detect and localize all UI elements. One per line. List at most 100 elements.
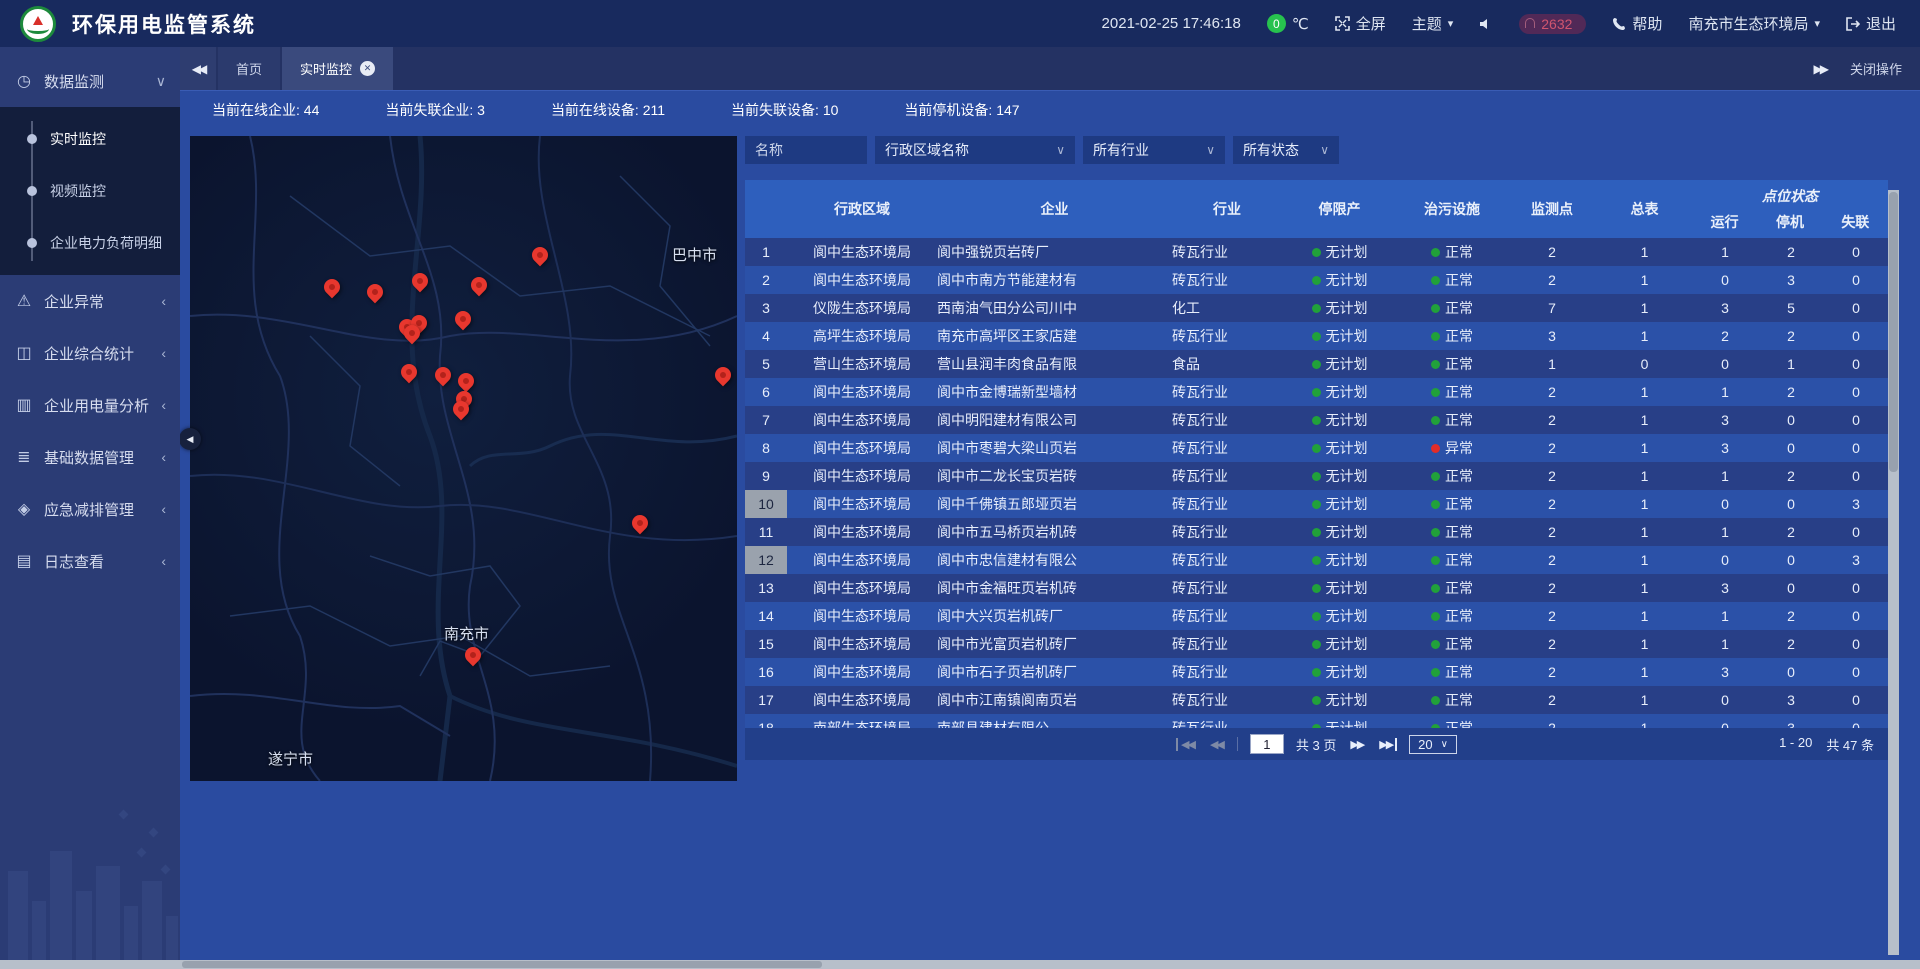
fullscreen-button[interactable]: 全屏 <box>1335 13 1386 34</box>
cell-industry: 砖瓦行业 <box>1172 630 1282 658</box>
cell-stop: 3 <box>1758 686 1824 714</box>
status-dot <box>1431 472 1440 481</box>
cell-monitor: 2 <box>1507 406 1597 434</box>
table-row[interactable]: 3 仪陇生态环境局 西南油气田分公司川中 化工 无计划 正常 7 1 3 <box>745 294 1888 322</box>
notification-badge[interactable]: 2632 <box>1519 14 1586 34</box>
table-row[interactable]: 9 阆中生态环境局 阆中市二龙长宝页岩砖 砖瓦行业 无计划 正常 2 1 1 <box>745 462 1888 490</box>
status-filter-select[interactable]: 所有状态 ∨ <box>1233 136 1339 164</box>
table-row[interactable]: 14 阆中生态环境局 阆中大兴页岩机砖厂 砖瓦行业 无计划 正常 2 1 1 <box>745 602 1888 630</box>
cell-industry: 砖瓦行业 <box>1172 238 1282 266</box>
sidebar-item[interactable]: ⚠ 企业异常 ‹ <box>0 275 180 327</box>
chevron-left-icon: ‹ <box>161 553 166 569</box>
cell-monitor: 2 <box>1507 378 1597 406</box>
table-row[interactable]: 15 阆中生态环境局 阆中市光富页岩机砖厂 砖瓦行业 无计划 正常 2 1 1 <box>745 630 1888 658</box>
cell-stop: 2 <box>1758 462 1824 490</box>
table-row[interactable]: 13 阆中生态环境局 阆中市金福旺页岩机砖 砖瓦行业 无计划 正常 2 1 3 <box>745 574 1888 602</box>
col-point-status: 点位状态 <box>1692 180 1888 206</box>
cell-facility-label: 正常 <box>1445 550 1473 570</box>
table-row[interactable]: 11 阆中生态环境局 阆中市五马桥页岩机砖 砖瓦行业 无计划 正常 2 1 1 <box>745 518 1888 546</box>
total-pages-label: 共 3 页 <box>1296 735 1336 754</box>
chevron-double-right-icon[interactable]: ▶▶ <box>1814 62 1826 76</box>
tab-bar: ◀◀ 首页 实时监控 ✕ ▶▶ 关闭操作 <box>180 47 1920 90</box>
sidebar-subitem-label: 视频监控 <box>50 181 106 201</box>
last-page-button[interactable]: ▶▶ <box>1377 738 1397 751</box>
table-row[interactable]: 5 营山生态环境局 营山县润丰肉食品有限 食品 无计划 正常 1 0 0 <box>745 350 1888 378</box>
org-menu[interactable]: 南充市生态环境局▾ <box>1688 13 1820 34</box>
table-row[interactable]: 10 阆中生态环境局 阆中千佛镇五郎垭页岩 砖瓦行业 无计划 正常 2 1 0 <box>745 490 1888 518</box>
sidebar-group-label: 企业综合统计 <box>44 343 134 364</box>
bell-icon <box>1525 18 1535 28</box>
map-city-label: 遂宁市 <box>268 748 313 769</box>
next-page-button[interactable]: ▶▶ <box>1348 738 1365 751</box>
table-row[interactable]: 6 阆中生态环境局 阆中市金博瑞新型墙材 砖瓦行业 无计划 正常 2 1 1 <box>745 378 1888 406</box>
help-button[interactable]: 帮助 <box>1612 13 1662 34</box>
table-row[interactable]: 2 阆中生态环境局 阆中市南方节能建材有 砖瓦行业 无计划 正常 2 1 0 <box>745 266 1888 294</box>
cell-monitor: 2 <box>1507 462 1597 490</box>
prev-page-button[interactable]: ◀◀ <box>1208 738 1225 751</box>
status-dot-green <box>1312 276 1321 285</box>
sidebar-collapse-handle[interactable]: ◀ <box>179 428 201 450</box>
logout-button[interactable]: 退出 <box>1846 13 1896 34</box>
cell-region: 南部生态环境局 <box>787 714 937 728</box>
cell-index: 16 <box>745 658 787 686</box>
cell-index: 14 <box>745 602 787 630</box>
page-size-select[interactable]: 20 ∨ <box>1409 735 1457 754</box>
sidebar-subitem[interactable]: 视频监控 <box>0 165 180 217</box>
vertical-scrollbar[interactable] <box>1888 190 1899 955</box>
tabs-scroll-left-button[interactable]: ◀◀ <box>180 47 216 90</box>
cell-region: 阆中生态环境局 <box>787 574 937 602</box>
sidebar-item-data-monitor[interactable]: ◷ 数据监测 ∨ <box>0 55 180 107</box>
first-page-button[interactable]: ◀◀ <box>1176 738 1196 751</box>
cell-industry: 砖瓦行业 <box>1172 546 1282 574</box>
table-row[interactable]: 8 阆中生态环境局 阆中市枣碧大梁山页岩 砖瓦行业 无计划 异常 2 1 3 <box>745 434 1888 462</box>
horizontal-scrollbar[interactable] <box>0 960 1920 969</box>
table-row[interactable]: 18 南部生态环境局 南部县建材有限公 砖瓦行业 无计划 正常 2 1 0 <box>745 714 1888 728</box>
mute-button[interactable] <box>1479 17 1493 31</box>
cell-index: 4 <box>745 322 787 350</box>
cell-stop: 1 <box>1758 350 1824 378</box>
cell-index: 11 <box>745 518 787 546</box>
sidebar-item[interactable]: ◈ 应急减排管理 ‹ <box>0 483 180 535</box>
cell-monitor: 2 <box>1507 658 1597 686</box>
sidebar-subitem[interactable]: 实时监控 <box>0 113 180 165</box>
name-filter-input[interactable] <box>745 136 867 164</box>
sidebar-item[interactable]: ◫ 企业综合统计 ‹ <box>0 327 180 379</box>
tab-home[interactable]: 首页 <box>218 47 280 90</box>
cell-facility: 正常 <box>1397 238 1507 266</box>
cell-plan-label: 无计划 <box>1326 298 1368 318</box>
sidebar-subitem[interactable]: 企业电力负荷明细 <box>0 217 180 269</box>
close-icon[interactable]: ✕ <box>360 61 375 76</box>
tab-realtime-monitor[interactable]: 实时监控 ✕ <box>282 47 393 90</box>
cell-lost: 3 <box>1824 546 1888 574</box>
chevron-left-icon: ‹ <box>161 345 166 361</box>
cell-run: 0 <box>1692 266 1758 294</box>
map[interactable]: 巴中市 南充市 遂宁市 <box>190 136 737 781</box>
table-row[interactable]: 16 阆中生态环境局 阆中市石子页岩机砖厂 砖瓦行业 无计划 正常 2 1 3 <box>745 658 1888 686</box>
table-row[interactable]: 12 阆中生态环境局 阆中市忠信建材有限公 砖瓦行业 无计划 正常 2 1 0 <box>745 546 1888 574</box>
sidebar-item[interactable]: ≣ 基础数据管理 ‹ <box>0 431 180 483</box>
cell-index: 12 <box>745 546 787 574</box>
cell-facility: 正常 <box>1397 294 1507 322</box>
status-dot-green <box>1312 528 1321 537</box>
region-filter-select[interactable]: 行政区域名称 ∨ <box>875 136 1075 164</box>
sidebar-item[interactable]: ▥ 企业用电量分析 ‹ <box>0 379 180 431</box>
page-number-input[interactable] <box>1250 734 1284 754</box>
temperature: 0 ℃ <box>1267 14 1309 33</box>
table-row[interactable]: 1 阆中生态环境局 阆中强锐页岩砖厂 砖瓦行业 无计划 正常 2 1 1 <box>745 238 1888 266</box>
industry-filter-select[interactable]: 所有行业 ∨ <box>1083 136 1225 164</box>
table-row[interactable]: 7 阆中生态环境局 阆中明阳建材有限公司 砖瓦行业 无计划 正常 2 1 3 <box>745 406 1888 434</box>
status-dot-green <box>1312 556 1321 565</box>
sidebar-item[interactable]: ▤ 日志查看 ‹ <box>0 535 180 587</box>
theme-button[interactable]: 主题▾ <box>1412 13 1454 34</box>
cell-index: 5 <box>745 350 787 378</box>
cell-plan: 无计划 <box>1282 686 1397 714</box>
close-operations-button[interactable]: 关闭操作 <box>1850 59 1902 78</box>
horizontal-scrollbar-thumb[interactable] <box>182 961 822 968</box>
cell-industry: 食品 <box>1172 350 1282 378</box>
vertical-scrollbar-thumb[interactable] <box>1889 192 1898 472</box>
table-header: 行政区域 企业 行业 停限产 治污设施 监测点 总表 点位状态 运行 停机 失联 <box>745 180 1888 238</box>
cell-plan: 无计划 <box>1282 714 1397 728</box>
table-row[interactable]: 4 高坪生态环境局 南充市高坪区王家店建 砖瓦行业 无计划 正常 3 1 2 <box>745 322 1888 350</box>
cell-facility: 正常 <box>1397 350 1507 378</box>
table-row[interactable]: 17 阆中生态环境局 阆中市江南镇阆南页岩 砖瓦行业 无计划 正常 2 1 0 <box>745 686 1888 714</box>
